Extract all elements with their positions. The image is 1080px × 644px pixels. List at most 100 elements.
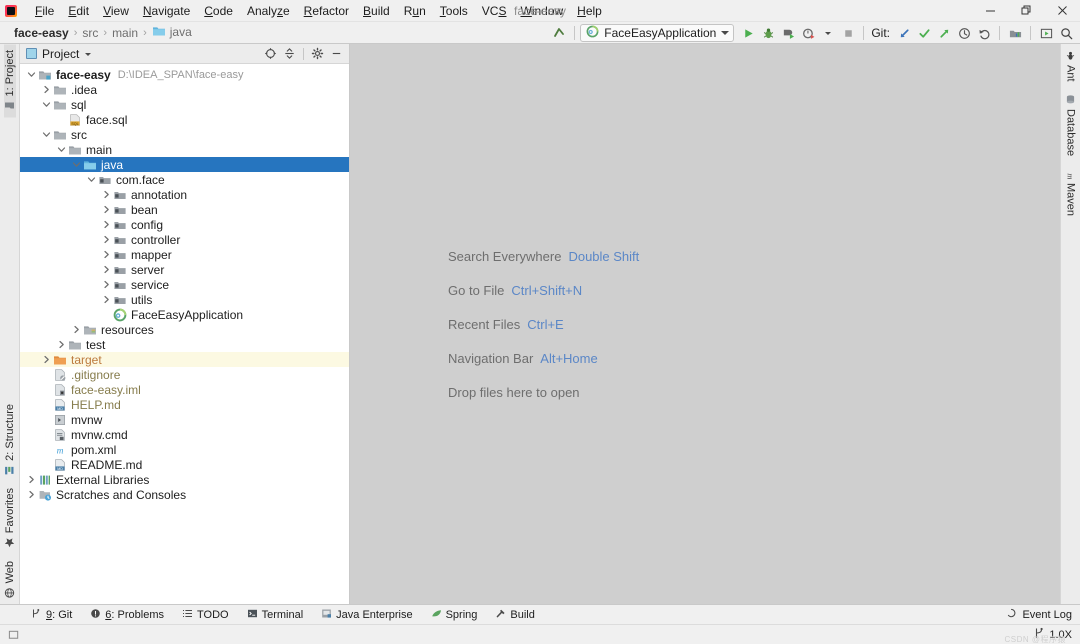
tree-node[interactable]: FaceEasyApplication: [20, 307, 349, 322]
menu-item-view[interactable]: View: [96, 1, 136, 21]
target-crosshair-icon[interactable]: [262, 45, 279, 62]
tree-node[interactable]: face-easy D:\IDEA_SPAN\face-easy: [20, 67, 349, 82]
stripe-tab-ant[interactable]: Ant: [1065, 44, 1077, 88]
tree-node[interactable]: sql: [20, 97, 349, 112]
menu-bar[interactable]: File Edit View Navigate Code Analyze Refactor B…: [28, 0, 609, 22]
back-arrow-icon[interactable]: [549, 23, 569, 43]
chevron-down-icon[interactable]: [721, 31, 730, 35]
minimize-dash-icon[interactable]: [328, 45, 345, 62]
tool-window-button-todo[interactable]: TODO: [173, 605, 238, 625]
tool-window-button-java-enterprise[interactable]: Java Enterprise: [312, 605, 421, 625]
tree-node[interactable]: face-easy.iml: [20, 382, 349, 397]
stripe-tab-web[interactable]: Web: [4, 555, 16, 604]
tree-node[interactable]: SQL face.sql: [20, 112, 349, 127]
tree-node[interactable]: MD README.md: [20, 457, 349, 472]
stop-square-icon[interactable]: [838, 23, 858, 43]
chevron-collapsed-icon[interactable]: [26, 475, 37, 484]
menu-item-navigate[interactable]: Navigate: [136, 1, 197, 21]
tree-node[interactable]: mvnw.cmd: [20, 427, 349, 442]
tree-node[interactable]: m pom.xml: [20, 442, 349, 457]
menu-item-refactor[interactable]: Refactor: [297, 1, 356, 21]
tree-node[interactable]: resources: [20, 322, 349, 337]
run-configuration-selector[interactable]: FaceEasyApplication: [580, 24, 735, 42]
chevron-collapsed-icon[interactable]: [26, 490, 37, 499]
tool-window-button-build[interactable]: Build: [486, 605, 543, 625]
tool-window-button-git[interactable]: 9: Git: [22, 605, 81, 625]
menu-item-window[interactable]: Window: [513, 1, 570, 21]
chevron-expanded-icon[interactable]: [26, 70, 37, 79]
tree-node[interactable]: bean: [20, 202, 349, 217]
stripe-tab-structure[interactable]: 2: Structure: [4, 398, 16, 482]
search-icon[interactable]: [1056, 23, 1076, 43]
menu-item-file[interactable]: File: [28, 1, 61, 21]
stripe-tab-database[interactable]: Database: [1065, 88, 1077, 162]
tree-node[interactable]: server: [20, 262, 349, 277]
breadcrumb[interactable]: face-easy › src › main › java: [10, 24, 196, 41]
update-arrow-icon[interactable]: [894, 23, 914, 43]
collapse-all-icon[interactable]: [281, 45, 298, 62]
tree-node[interactable]: main: [20, 142, 349, 157]
clock-icon[interactable]: [954, 23, 974, 43]
chevron-expanded-icon[interactable]: [86, 175, 97, 184]
tool-window-button-spring[interactable]: Spring: [422, 605, 487, 625]
chevron-expanded-icon[interactable]: [71, 160, 82, 169]
breadcrumb-item-face-easy[interactable]: face-easy: [10, 26, 73, 40]
git-branch-icon[interactable]: [1034, 627, 1045, 642]
gear-icon[interactable]: [309, 45, 326, 62]
menu-item-help[interactable]: Help: [570, 1, 609, 21]
tree-node[interactable]: java: [20, 157, 349, 172]
breadcrumb-item-src[interactable]: src: [78, 26, 102, 40]
chevron-expanded-icon[interactable]: [41, 100, 52, 109]
chevron-collapsed-icon[interactable]: [41, 355, 52, 364]
tree-node[interactable]: annotation: [20, 187, 349, 202]
chevron-collapsed-icon[interactable]: [101, 235, 112, 244]
menu-item-code[interactable]: Code: [197, 1, 240, 21]
tree-node[interactable]: .gitignore: [20, 367, 349, 382]
chevron-expanded-icon[interactable]: [56, 145, 67, 154]
stripe-tab-project[interactable]: 1: Project: [3, 44, 16, 118]
project-tree[interactable]: face-easy D:\IDEA_SPAN\face-easy .idea sql S…: [20, 64, 349, 604]
tree-node[interactable]: controller: [20, 232, 349, 247]
chevron-collapsed-icon[interactable]: [101, 220, 112, 229]
tree-node[interactable]: service: [20, 277, 349, 292]
project-structure-icon[interactable]: [1005, 23, 1025, 43]
chevron-collapsed-icon[interactable]: [101, 205, 112, 214]
chevron-collapsed-icon[interactable]: [71, 325, 82, 334]
tree-node[interactable]: target: [20, 352, 349, 367]
menu-item-tools[interactable]: Tools: [433, 1, 475, 21]
chevron-collapsed-icon[interactable]: [101, 280, 112, 289]
chevron-collapsed-icon[interactable]: [101, 265, 112, 274]
push-arrow-icon[interactable]: [934, 23, 954, 43]
menu-item-build[interactable]: Build: [356, 1, 397, 21]
chevron-down-icon[interactable]: [84, 47, 92, 61]
profiler-icon[interactable]: [798, 23, 818, 43]
chevron-down-icon-profiler[interactable]: [818, 23, 838, 43]
checkmark-icon[interactable]: [914, 23, 934, 43]
close-icon[interactable]: [1044, 0, 1080, 22]
tree-node[interactable]: src: [20, 127, 349, 142]
breadcrumb-item-java[interactable]: java: [148, 24, 196, 41]
chevron-collapsed-icon[interactable]: [41, 85, 52, 94]
chevron-collapsed-icon[interactable]: [101, 250, 112, 259]
tree-node[interactable]: utils: [20, 292, 349, 307]
chevron-collapsed-icon[interactable]: [56, 340, 67, 349]
tool-window-button-problems[interactable]: 6: Problems: [81, 605, 173, 625]
tree-node[interactable]: com.face: [20, 172, 349, 187]
tree-node[interactable]: mapper: [20, 247, 349, 262]
chevron-expanded-icon[interactable]: [41, 130, 52, 139]
zoom-level[interactable]: 1.0X: [1049, 629, 1072, 641]
menu-item-edit[interactable]: Edit: [61, 1, 96, 21]
chevron-collapsed-icon[interactable]: [101, 190, 112, 199]
tree-node[interactable]: Scratches and Consoles: [20, 487, 349, 502]
tree-node[interactable]: mvnw: [20, 412, 349, 427]
run-button[interactable]: [738, 23, 758, 43]
stripe-tab-favorites[interactable]: Favorites: [4, 482, 16, 554]
undo-icon[interactable]: [974, 23, 994, 43]
menu-item-run[interactable]: Run: [397, 1, 433, 21]
event-log-button[interactable]: Event Log: [1006, 608, 1072, 622]
stripe-tab-maven[interactable]: m Maven: [1065, 162, 1077, 222]
coverage-icon[interactable]: [778, 23, 798, 43]
menu-item-analyze[interactable]: Analyze: [240, 1, 297, 21]
no-message-icon[interactable]: [8, 629, 20, 641]
tree-node[interactable]: .idea: [20, 82, 349, 97]
